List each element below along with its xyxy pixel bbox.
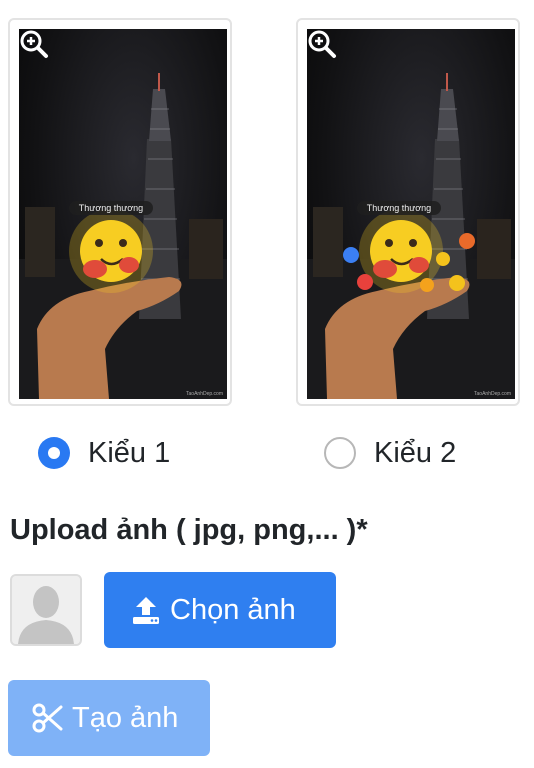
create-image-button[interactable]: Tạo ảnh (8, 680, 210, 756)
scissors-icon (32, 703, 63, 733)
style-radio-2[interactable] (324, 437, 356, 469)
choose-image-button[interactable]: Chọn ảnh (104, 572, 336, 648)
style-preview-image-1[interactable]: Thương thương TaoAnhDep.com (19, 29, 227, 399)
style-option-1[interactable]: Kiểu 1 (38, 434, 170, 472)
avatar-placeholder-icon (12, 576, 80, 644)
style-option-2[interactable]: Kiểu 2 (324, 434, 456, 472)
style-preview-image-2[interactable]: Thương thương TaoAnhDep.com (307, 29, 515, 399)
upload-icon (133, 597, 159, 624)
choose-image-label: Chọn ảnh (170, 593, 296, 626)
create-image-label: Tạo ảnh (72, 701, 179, 734)
watermark-text: TaoAnhDep.com (186, 391, 223, 397)
style-radio-1[interactable] (38, 437, 70, 469)
style-card-1[interactable]: Thương thương TaoAnhDep.com (8, 18, 232, 406)
reaction-label-bubble: Thương thương (69, 201, 153, 215)
style-option-label-1: Kiểu 1 (88, 436, 171, 469)
watermark-text: TaoAnhDep.com (474, 391, 511, 397)
style-card-2[interactable]: Thương thương TaoAnhDep.com (296, 18, 520, 406)
avatar-placeholder (10, 574, 82, 646)
upload-title: Upload ảnh ( jpg, png,... )* (10, 514, 368, 546)
zoom-in-icon[interactable] (307, 29, 337, 59)
zoom-in-icon[interactable] (19, 29, 49, 59)
style-option-label-2: Kiểu 2 (374, 436, 457, 469)
reaction-label-bubble: Thương thương (357, 201, 441, 215)
